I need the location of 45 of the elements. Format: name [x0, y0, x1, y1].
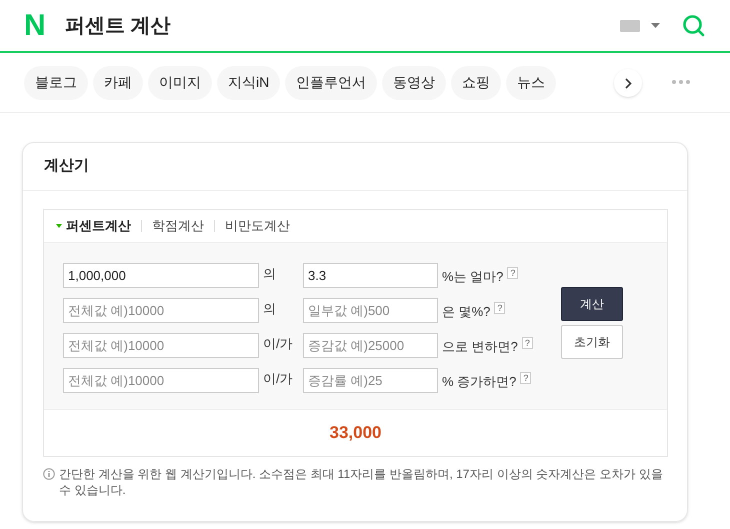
suffix-label: 으로 변하면?: [442, 338, 518, 356]
input-field[interactable]: 전체값 예)10000: [63, 298, 259, 323]
scroll-next-button[interactable]: [614, 69, 642, 97]
input-field[interactable]: 증감값 예)25000: [303, 333, 438, 358]
connector-label: 이/가: [262, 370, 294, 388]
suffix-label: % 증가하면?: [442, 373, 516, 391]
input-field[interactable]: 전체값 예)10000: [63, 333, 259, 358]
help-button[interactable]: ?: [522, 337, 533, 349]
suffix-label: 은 몇%?: [442, 303, 490, 321]
calculator-tab[interactable]: 학점계산: [152, 216, 204, 236]
category-tab[interactable]: 뉴스: [506, 66, 556, 100]
caret-icon[interactable]: [651, 23, 660, 28]
search-query: 퍼센트 계산: [65, 14, 171, 38]
help-button[interactable]: ?: [507, 267, 518, 279]
more-icon[interactable]: [672, 80, 690, 84]
triangle-icon: [56, 224, 62, 228]
category-tab[interactable]: 이미지: [148, 66, 212, 100]
input-field[interactable]: 3.3: [303, 263, 438, 288]
category-tab[interactable]: 카페: [93, 66, 143, 100]
keyboard-icon[interactable]: [620, 20, 640, 32]
category-tab[interactable]: 동영상: [382, 66, 446, 100]
info-icon: [43, 468, 55, 480]
category-tab[interactable]: 인플루언서: [285, 66, 378, 100]
connector-label: 이/가: [262, 335, 294, 353]
category-tab[interactable]: 블로그: [24, 66, 88, 100]
suffix-label: %는 얼마?: [442, 268, 504, 286]
calculator-tab[interactable]: 비만도계산: [225, 216, 290, 236]
help-button[interactable]: ?: [494, 302, 506, 314]
input-field[interactable]: 1,000,000: [63, 263, 259, 288]
connector-label: 의: [262, 300, 277, 318]
chevron-right-icon: [624, 78, 632, 88]
input-field[interactable]: 일부값 예)500: [303, 298, 438, 323]
card-title: 계산기: [44, 156, 89, 176]
calculator-tab[interactable]: 퍼센트계산: [56, 216, 131, 236]
reset-button[interactable]: 초기화: [560, 325, 623, 359]
category-tab[interactable]: 지식iN: [217, 66, 280, 100]
input-field[interactable]: 전체값 예)10000: [63, 368, 259, 393]
category-tab[interactable]: 쇼핑: [451, 66, 502, 100]
search-icon[interactable]: [682, 14, 706, 38]
calculate-button[interactable]: 계산: [560, 287, 623, 321]
connector-label: 의: [262, 265, 277, 283]
help-button[interactable]: ?: [520, 372, 532, 384]
result-value: 33,000: [330, 422, 382, 444]
input-field[interactable]: 증감률 예)25: [303, 368, 438, 393]
info-note: 간단한 계산을 위한 웹 계산기입니다. 소수점은 최대 11자리를 반올림하며, 17자리 이상의 숫자계산은 오차가 있을 수 있습니다.: [59, 466, 664, 498]
